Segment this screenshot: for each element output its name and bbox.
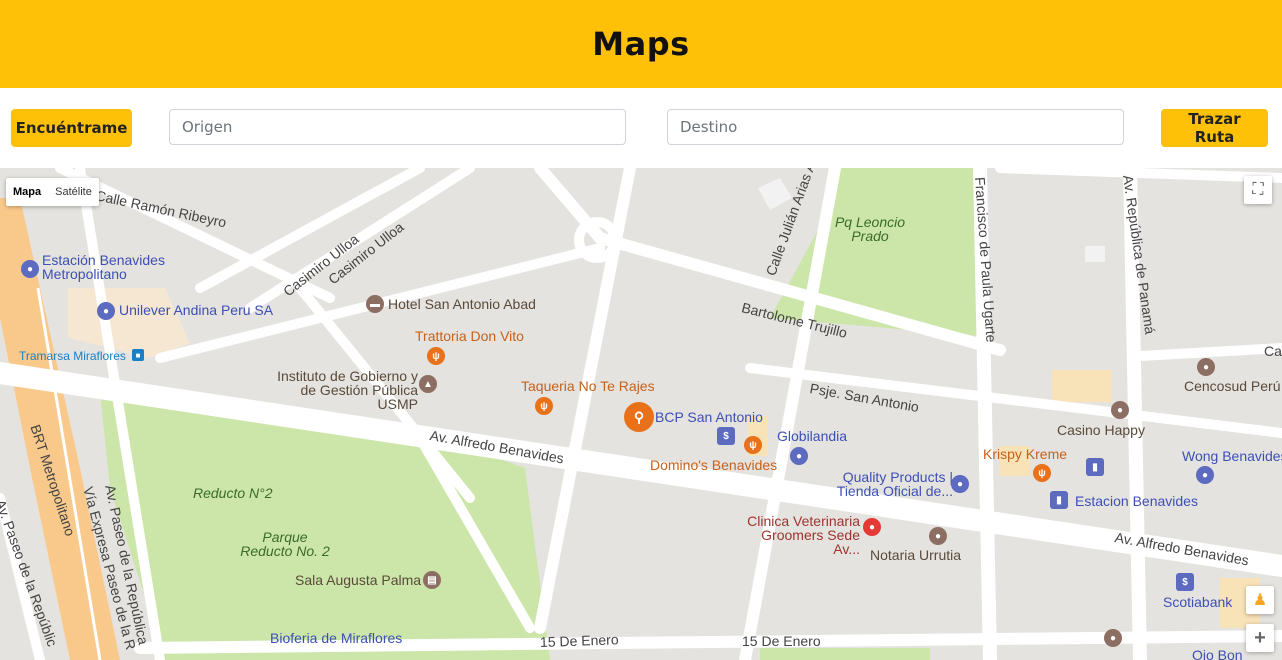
poi-wong[interactable]: Wong Benavides bbox=[1182, 449, 1282, 463]
map-type-satellite[interactable]: Satélite bbox=[48, 178, 99, 206]
poi-bioferia[interactable]: Bioferia de Miraflores bbox=[270, 631, 402, 645]
transit-icon[interactable]: ● bbox=[21, 260, 39, 278]
shopping-icon[interactable]: ● bbox=[951, 475, 969, 493]
poi-hotel[interactable]: Hotel San Antonio Abad bbox=[388, 297, 536, 311]
office-icon[interactable]: ● bbox=[1104, 629, 1122, 647]
park-label-parque-reducto: Parque Reducto No. 2 bbox=[240, 529, 330, 559]
poi-clinica[interactable]: Clinica Veterinaria Groomers Sede Av... bbox=[735, 514, 860, 556]
hotel-icon[interactable]: ▬ bbox=[366, 295, 384, 313]
app-header: Maps bbox=[0, 0, 1282, 88]
restaurant-icon[interactable]: ψ bbox=[744, 436, 762, 454]
map-view[interactable]: Calle Ramón Ribeyro Casimiro Ulloa Casim… bbox=[0, 168, 1282, 660]
poi-instituto[interactable]: Instituto de Gobierno y de Gestión Públi… bbox=[258, 369, 418, 411]
shopping-icon[interactable]: ● bbox=[97, 302, 115, 320]
poi-bcp[interactable]: BCP San Antonio bbox=[655, 410, 763, 424]
cart-icon[interactable]: ● bbox=[1196, 466, 1214, 484]
bank-icon[interactable]: $ bbox=[717, 427, 735, 445]
poi-krispy[interactable]: Krispy Kreme bbox=[983, 447, 1067, 461]
road-label-15-enero-2: 15 De Enero bbox=[742, 633, 821, 649]
poi-sala-augusta[interactable]: Sala Augusta Palma bbox=[295, 573, 421, 587]
bus-icon[interactable]: ■ bbox=[132, 349, 144, 361]
map-type-map[interactable]: Mapa bbox=[6, 178, 48, 206]
poi-tramarsa[interactable]: Tramarsa Miraflores bbox=[19, 349, 126, 363]
pegman-icon[interactable]: ♟ bbox=[1246, 586, 1274, 614]
office-icon[interactable]: ● bbox=[929, 527, 947, 545]
poi-cencosud[interactable]: Cencosud Perú bbox=[1184, 379, 1281, 393]
restaurant-icon[interactable]: ψ bbox=[535, 397, 553, 415]
road-label-15-enero-1: 15 De Enero bbox=[539, 631, 619, 650]
building-right bbox=[1085, 246, 1105, 262]
poi-globilandia[interactable]: Globilandia bbox=[777, 429, 847, 443]
poi-casino[interactable]: Casino Happy bbox=[1057, 423, 1145, 437]
park-small-area bbox=[760, 648, 930, 660]
poi-dominos[interactable]: Domino's Benavides bbox=[650, 458, 777, 472]
road-label-ca: Ca bbox=[1264, 343, 1282, 359]
restaurant-icon[interactable]: ψ bbox=[427, 347, 445, 365]
poi-trattoria[interactable]: Trattoria Don Vito bbox=[415, 329, 524, 343]
gas-station-icon[interactable]: ▮ bbox=[1086, 458, 1104, 476]
building-casino bbox=[1052, 370, 1112, 402]
poi-estacion-benavides[interactable]: Estacion Benavides bbox=[1075, 494, 1198, 508]
poi-ojo[interactable]: Ojo Bon bbox=[1192, 648, 1243, 660]
poi-unilever[interactable]: Unilever Andina Peru SA bbox=[119, 303, 273, 317]
park-label-reducto-n2: Reducto N°2 bbox=[193, 485, 273, 501]
poi-taqueria[interactable]: Taqueria No Te Rajes bbox=[521, 379, 655, 393]
park-label-leoncio: Pq Leoncio Prado bbox=[834, 214, 906, 244]
veterinary-icon[interactable]: ● bbox=[863, 518, 881, 536]
poi-quality[interactable]: Quality Products | Tienda Oficial de... bbox=[833, 470, 953, 498]
poi-estacion-benavides-metro[interactable]: Estación Benavides Metropolitano bbox=[42, 253, 172, 281]
route-controls: Encuéntrame Trazar Ruta bbox=[0, 88, 1282, 168]
origin-input[interactable] bbox=[169, 109, 626, 145]
poi-notaria[interactable]: Notaria Urrutia bbox=[870, 548, 961, 562]
zoom-in-button[interactable]: + bbox=[1246, 624, 1274, 652]
bank-icon[interactable]: $ bbox=[1176, 573, 1194, 591]
destination-input[interactable] bbox=[667, 109, 1124, 145]
poi-scotiabank[interactable]: Scotiabank bbox=[1163, 595, 1232, 609]
casino-icon[interactable]: ● bbox=[1111, 401, 1129, 419]
locate-me-button[interactable]: Encuéntrame bbox=[11, 109, 132, 147]
bicycle-icon[interactable]: ⚲ bbox=[624, 402, 654, 432]
page-title: Maps bbox=[592, 25, 690, 63]
shopping-icon[interactable]: ● bbox=[790, 447, 808, 465]
draw-route-button[interactable]: Trazar Ruta bbox=[1161, 109, 1268, 147]
shopping-icon[interactable]: ● bbox=[1197, 358, 1215, 376]
school-icon[interactable]: ▲ bbox=[419, 375, 437, 393]
fullscreen-icon[interactable]: ⛶ bbox=[1244, 176, 1272, 204]
gas-station-icon[interactable]: ▮ bbox=[1050, 491, 1068, 509]
restaurant-icon[interactable]: ψ bbox=[1033, 464, 1051, 482]
library-icon[interactable]: ▤ bbox=[423, 571, 441, 589]
map-type-control[interactable]: Mapa Satélite bbox=[6, 178, 99, 206]
